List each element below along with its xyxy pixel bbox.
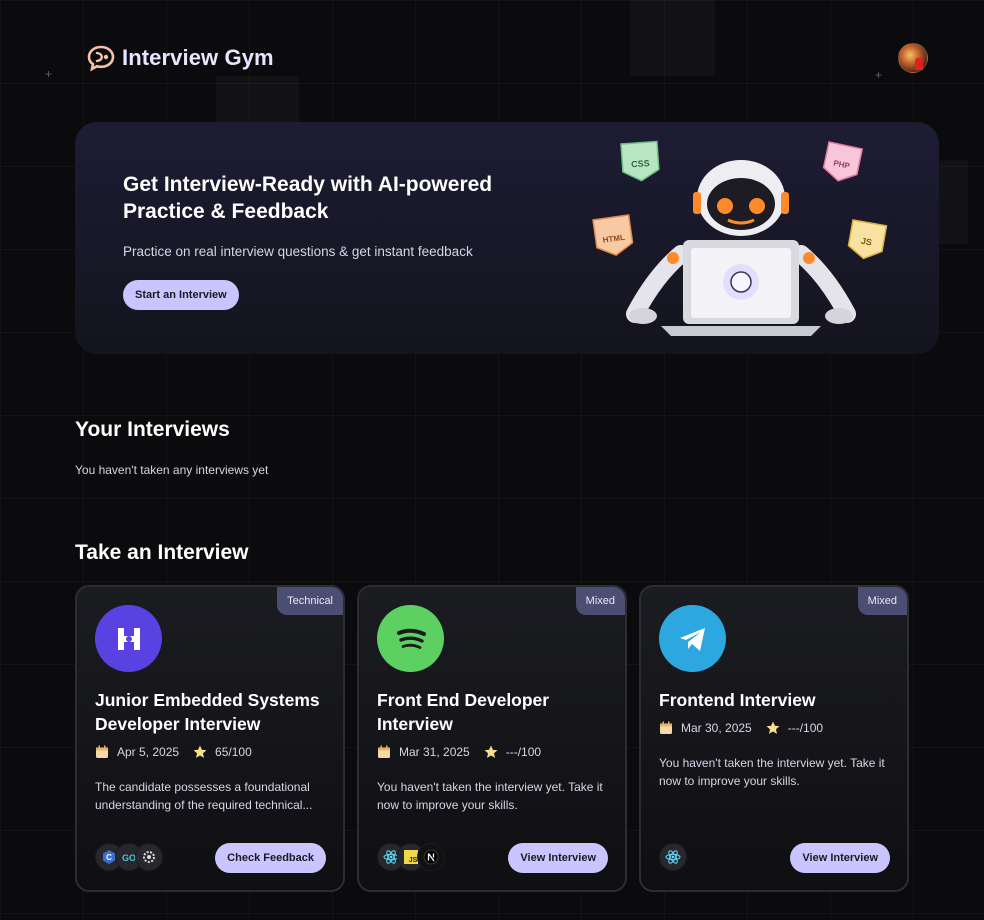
star-icon xyxy=(484,745,498,758)
star-icon xyxy=(193,745,207,758)
user-avatar[interactable] xyxy=(898,43,928,73)
settings-tech-icon xyxy=(135,843,163,871)
your-interviews-title: Your Interviews xyxy=(75,418,230,441)
calendar-icon xyxy=(378,745,390,758)
php-tag-icon: PHP xyxy=(822,141,864,182)
js-tag-icon: JS xyxy=(847,219,888,260)
css-tag-icon: CSS xyxy=(620,140,660,182)
hero-banner: Get Interview-Ready with AI-powered Prac… xyxy=(75,122,939,354)
score-info: ---/100 xyxy=(484,745,541,759)
interview-description: The candidate possesses a foundational u… xyxy=(95,780,313,812)
interview-type-badge: Technical xyxy=(277,587,343,615)
svg-text:GO: GO xyxy=(122,853,136,863)
telegram-logo-icon xyxy=(659,605,726,672)
brand-link[interactable]: Interview Gym xyxy=(86,43,274,73)
interview-meta: Mar 31, 2025 ---/100 xyxy=(377,745,555,759)
interview-date: Apr 5, 2025 xyxy=(117,745,180,759)
score-info: ---/100 xyxy=(766,721,823,735)
hashnode-logo-icon xyxy=(95,605,162,672)
interview-meta: Mar 30, 2025 ---/100 xyxy=(659,721,837,735)
date-info: Mar 30, 2025 xyxy=(659,721,752,735)
score-info: 65/100 xyxy=(193,745,252,759)
nextjs-icon xyxy=(417,843,445,871)
spotify-logo-icon xyxy=(377,605,444,672)
interview-type-badge: Mixed xyxy=(575,587,625,615)
start-interview-button[interactable]: Start an Interview xyxy=(123,280,239,310)
background-tile xyxy=(938,160,968,244)
interview-description: You haven't taken the interview yet. Tak… xyxy=(377,780,603,812)
hero-title: Get Interview-Ready with AI-powered Prac… xyxy=(123,173,493,223)
background-tile xyxy=(216,76,299,122)
tech-stack: C GO xyxy=(95,843,163,871)
date-info: Mar 31, 2025 xyxy=(377,745,470,759)
interview-score: ---/100 xyxy=(787,721,824,735)
interview-score: ---/100 xyxy=(505,745,542,759)
interview-title: Front End Developer Interview xyxy=(377,690,550,734)
take-interview-title: Take an Interview xyxy=(75,541,249,564)
svg-text:C: C xyxy=(106,853,112,862)
interview-title: Junior Embedded Systems Developer Interv… xyxy=(95,690,320,734)
app-name: Interview Gym xyxy=(122,45,274,70)
robot-illustration: CSS PHP HTML JS xyxy=(592,140,888,336)
view-interview-button[interactable]: View Interview xyxy=(790,843,890,873)
html-tag-icon: HTML xyxy=(592,214,634,256)
check-feedback-button[interactable]: Check Feedback xyxy=(215,843,326,873)
navbar: Interview Gym xyxy=(86,40,928,76)
js-tag-label: JS xyxy=(860,236,873,248)
hero-subtitle: Practice on real interview questions & g… xyxy=(123,244,473,259)
date-info: Apr 5, 2025 xyxy=(95,745,179,759)
tech-stack xyxy=(659,843,687,871)
interview-type-badge: Mixed xyxy=(857,587,907,615)
calendar-icon xyxy=(660,721,672,734)
react-icon xyxy=(659,843,687,871)
interview-card: Mixed Front End Developer Interview Mar … xyxy=(357,585,627,892)
interview-meta: Apr 5, 2025 65/100 xyxy=(95,745,266,759)
css-tag-label: CSS xyxy=(631,158,650,169)
tech-stack: JS xyxy=(377,843,445,871)
interview-title: Frontend Interview xyxy=(659,690,816,710)
interview-score: 65/100 xyxy=(215,745,252,759)
sparkle-icon: + xyxy=(45,67,53,81)
chat-bubble-logo-icon xyxy=(86,43,116,73)
interview-card: Technical Junior Embedded Systems Develo… xyxy=(75,585,345,892)
view-interview-button[interactable]: View Interview xyxy=(508,843,608,873)
no-interviews-message: You haven't taken any interviews yet xyxy=(75,463,269,477)
interview-date: Mar 31, 2025 xyxy=(399,745,470,759)
star-icon xyxy=(766,721,780,734)
interview-card: Mixed Frontend Interview Mar 30, 2025 --… xyxy=(639,585,909,892)
interview-description: You haven't taken the interview yet. Tak… xyxy=(659,756,885,788)
interview-date: Mar 30, 2025 xyxy=(681,721,752,735)
calendar-icon xyxy=(96,745,108,758)
